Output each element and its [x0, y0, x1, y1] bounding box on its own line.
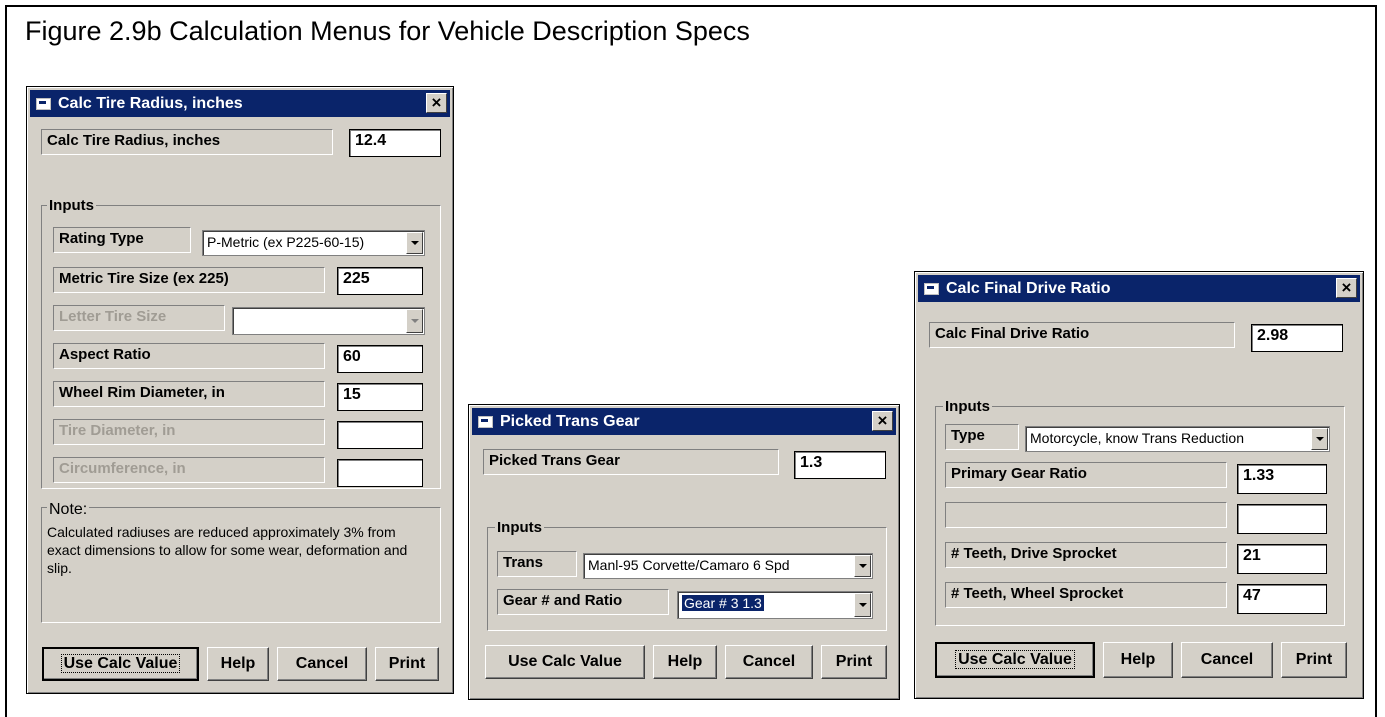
final-result-label: Calc Final Drive Ratio: [929, 322, 1235, 348]
primary-ratio-label: Primary Gear Ratio: [945, 462, 1227, 488]
note-text: Calculated radiuses are reduced approxim…: [47, 524, 408, 576]
tire-inputs-caption: Inputs: [47, 197, 96, 214]
print-button[interactable]: Print: [1281, 642, 1347, 678]
cancel-button[interactable]: Cancel: [725, 645, 813, 679]
help-button[interactable]: Help: [1103, 642, 1173, 678]
type-select[interactable]: Motorcycle, know Trans Reduction: [1025, 426, 1330, 452]
cancel-button[interactable]: Cancel: [277, 647, 367, 681]
blank-field[interactable]: [1237, 504, 1327, 534]
close-icon[interactable]: ×: [872, 411, 893, 431]
figure-title: Figure 2.9b Calculation Menus for Vehicl…: [25, 16, 750, 46]
drive-sprocket-field[interactable]: 21: [1237, 544, 1327, 574]
print-button[interactable]: Print: [821, 645, 887, 679]
trans-gear-window: Picked Trans Gear × Picked Trans Gear 1.…: [468, 404, 900, 700]
chevron-down-icon[interactable]: [854, 555, 871, 577]
cancel-button[interactable]: Cancel: [1181, 642, 1273, 678]
primary-ratio-field[interactable]: 1.33: [1237, 464, 1327, 494]
rating-type-label: Rating Type: [53, 227, 191, 253]
tire-result-field[interactable]: 12.4: [349, 129, 441, 157]
chevron-down-icon[interactable]: [1311, 428, 1328, 450]
letter-size-select[interactable]: [232, 307, 425, 335]
blank-label: [945, 502, 1227, 528]
gear-window-titlebar[interactable]: Picked Trans Gear ×: [472, 408, 896, 435]
tire-window-titlebar[interactable]: Calc Tire Radius, inches ×: [30, 90, 450, 117]
rim-diameter-field[interactable]: 15: [337, 383, 423, 411]
letter-size-label: Letter Tire Size: [53, 305, 225, 331]
help-button[interactable]: Help: [653, 645, 717, 679]
final-result-field[interactable]: 2.98: [1251, 324, 1343, 352]
wheel-sprocket-field[interactable]: 47: [1237, 584, 1327, 614]
type-label: Type: [945, 424, 1019, 450]
use-calc-value-button[interactable]: Use Calc Value: [935, 642, 1095, 678]
aspect-ratio-label: Aspect Ratio: [53, 343, 325, 369]
tire-window-title: Calc Tire Radius, inches: [58, 94, 243, 112]
metric-size-field[interactable]: 225: [337, 267, 423, 295]
final-window-title: Calc Final Drive Ratio: [946, 279, 1111, 297]
final-inputs-caption: Inputs: [943, 398, 992, 415]
gear-ratio-label: Gear # and Ratio: [497, 589, 669, 615]
app-window-icon: [36, 97, 52, 110]
chevron-down-icon[interactable]: [854, 593, 871, 617]
wheel-sprocket-label: # Teeth, Wheel Sprocket: [945, 582, 1227, 608]
gear-result-label: Picked Trans Gear: [483, 449, 779, 475]
final-drive-window: Calc Final Drive Ratio × Calc Final Driv…: [914, 271, 1364, 699]
gear-window-title: Picked Trans Gear: [500, 412, 640, 430]
gear-result-field[interactable]: 1.3: [794, 451, 886, 479]
chevron-down-icon[interactable]: [406, 232, 423, 254]
final-window-titlebar[interactable]: Calc Final Drive Ratio ×: [918, 275, 1360, 302]
tire-diameter-label: Tire Diameter, in: [53, 419, 325, 445]
tire-diameter-field[interactable]: [337, 421, 423, 449]
use-calc-value-button[interactable]: Use Calc Value: [42, 647, 199, 681]
tire-result-label: Calc Tire Radius, inches: [41, 129, 333, 155]
help-button[interactable]: Help: [207, 647, 269, 681]
tire-radius-window: Calc Tire Radius, inches × Calc Tire Rad…: [26, 86, 454, 694]
circumference-field[interactable]: [337, 459, 423, 487]
chevron-down-icon[interactable]: [406, 309, 423, 333]
circumference-label: Circumference, in: [53, 457, 325, 483]
note-caption: Note:: [47, 501, 90, 519]
print-button[interactable]: Print: [375, 647, 439, 681]
trans-select[interactable]: Manl-95 Corvette/Camaro 6 Spd: [583, 553, 873, 579]
aspect-ratio-field[interactable]: 60: [337, 345, 423, 373]
rating-type-select[interactable]: P-Metric (ex P225-60-15): [202, 230, 425, 256]
use-calc-value-button[interactable]: Use Calc Value: [485, 645, 645, 679]
app-window-icon: [478, 415, 494, 428]
close-icon[interactable]: ×: [426, 93, 447, 113]
gear-inputs-caption: Inputs: [495, 519, 544, 536]
metric-size-label: Metric Tire Size (ex 225): [53, 267, 325, 293]
drive-sprocket-label: # Teeth, Drive Sprocket: [945, 542, 1227, 568]
gear-ratio-select[interactable]: Gear # 3 1.3: [677, 591, 873, 619]
close-icon[interactable]: ×: [1336, 278, 1357, 298]
app-window-icon: [924, 282, 940, 295]
trans-label: Trans: [497, 551, 577, 577]
rim-diameter-label: Wheel Rim Diameter, in: [53, 381, 325, 407]
